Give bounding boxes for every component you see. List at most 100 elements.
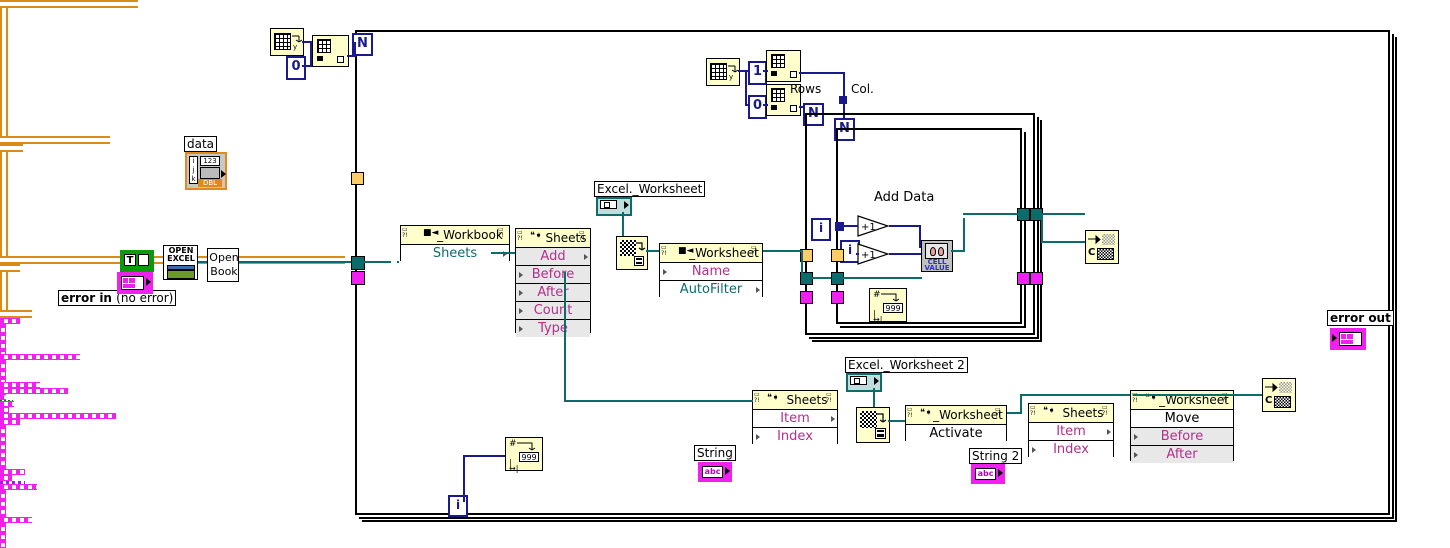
outer-loop-iteration-terminal[interactable]: i [448, 495, 468, 517]
excel-worksheet-2-constant[interactable] [846, 373, 882, 392]
array-tunnel-outer-loop [351, 172, 364, 185]
workbook-sheets-property-node[interactable]: ▭?! ■◄ _Workbook ▭?! Sheets [400, 225, 510, 262]
error-out-terminal[interactable] [1330, 328, 1366, 350]
sheets-item-invoke-node-2[interactable]: ▭?! ❝➧ Sheets ▭?! Item Index [1028, 403, 1114, 458]
sheets-item-1-item-row[interactable]: Item [753, 410, 837, 428]
before-in-arrow [519, 271, 523, 278]
array-wire-data-out [0, 0, 138, 8]
index-in-arrow [756, 433, 760, 440]
refnum-glyph-left: ▭?! [517, 229, 523, 242]
index-array-function-rows[interactable] [766, 50, 801, 82]
index-constant-zero-1[interactable]: 0 [286, 56, 306, 80]
sheets-item-invoke-node-1[interactable]: ▭?! ❝➧ Sheets ▭?! Item Index [752, 390, 838, 445]
variant-to-data-function-2[interactable] [856, 407, 890, 443]
middle-loop-iteration-terminal[interactable]: i [811, 218, 831, 241]
sheets-item-1-index-row[interactable]: Index [753, 428, 837, 445]
workbook-node-header: ▭?! ■◄ _Workbook ▭?! [401, 226, 509, 245]
worksheet-move-method-row[interactable]: Move [1131, 410, 1233, 428]
excel-worksheet-2-constant-label: Excel._Worksheet 2 [845, 357, 968, 373]
rows-label: Rows [790, 82, 822, 96]
refnum-tunnel-inner-loop-out [1017, 208, 1030, 221]
sheets-add-invoke-node[interactable]: ▭?! ❝➧ Sheets ▭?! Add Before After Count [515, 228, 591, 337]
hash-glyph-2: # [509, 439, 517, 449]
excel-worksheet-constant[interactable] [596, 197, 632, 216]
error-in-terminal[interactable] [117, 272, 153, 294]
number-to-decimal-string-outer[interactable]: # 999 |↔| [505, 437, 543, 473]
boolean-true-constant[interactable]: T [120, 250, 154, 272]
item-out-arrow [831, 415, 835, 422]
after-in-arrow [519, 289, 523, 296]
worksheet-autofilter-row[interactable]: AutoFilter [660, 281, 762, 298]
hash-glyph: # [873, 290, 881, 300]
data-array-terminal[interactable]: ijk 123 DBL [185, 152, 227, 190]
worksheet-name-row[interactable]: Name [660, 263, 762, 281]
block-diagram-canvas: N i y 0 data ijk 123 DBL y 1 0 Rows Col.… [0, 0, 1450, 548]
index-constant-zero-2[interactable]: 0 [748, 95, 767, 119]
sheets-item-2-index-row[interactable]: Index [1029, 441, 1113, 458]
increment-function-1[interactable]: +1 [857, 215, 890, 237]
error-tunnel-middle-loop-out [1030, 272, 1043, 285]
worksheet-move-before-row[interactable]: Before [1131, 428, 1233, 446]
variant-to-data-function-1[interactable] [616, 236, 648, 270]
close-reference-node-2[interactable]: C [1262, 378, 1296, 412]
decimal-999-2: 999 [519, 452, 539, 462]
name-in-arrow [663, 268, 667, 275]
array-size-function-2[interactable]: y [706, 58, 740, 86]
count-in-arrow [519, 307, 523, 314]
close-ref-2-c-glyph: C [1265, 395, 1273, 406]
refnum-glyph-right: ▭?! [751, 244, 757, 257]
refnum-glyph-right: ▭?! [1102, 404, 1108, 417]
open-excel-subvi[interactable]: OPEN EXCEL [163, 245, 198, 280]
string-2-abc-glyph: abc [975, 468, 996, 480]
sheets-item-1-header: ▭?! ❝➧ Sheets ▭?! [753, 391, 837, 410]
array-size-function-1[interactable]: y [270, 28, 304, 56]
sheets-item-2-item-row[interactable]: Item [1029, 423, 1113, 441]
index-array-function-1[interactable] [312, 35, 349, 67]
refnum-glyph-left: ▭?! [402, 226, 408, 239]
method-out-arrow [584, 253, 588, 260]
col-label: Col. [851, 82, 874, 96]
data-type-label: DBL [198, 179, 222, 187]
close-reference-node-1[interactable]: C [1085, 230, 1119, 264]
sheets-add-type-row[interactable]: Type [516, 320, 590, 337]
refnum-glyph-right: ▭?! [995, 406, 1001, 419]
worksheet-move-invoke-node[interactable]: ▭?! ❝➧ _Worksheet ▭?! Move Before After [1130, 390, 1234, 463]
excel-worksheet-constant-label: Excel._Worksheet [594, 181, 706, 197]
string-control-label: String [694, 445, 736, 461]
rows-branch-junction [839, 96, 847, 104]
refnum-glyph-left: ▭?! [754, 391, 760, 404]
string-control-terminal[interactable]: abc [698, 462, 732, 482]
open-book-line1: Open [209, 251, 239, 264]
increment-function-2[interactable]: +1 [857, 243, 890, 265]
refnum-glyph-left: ▭?! [661, 244, 667, 257]
string-2-control-terminal[interactable]: abc [971, 464, 1005, 484]
autofilter-out-arrow [756, 286, 760, 293]
array-tunnel-inner-loop [831, 249, 844, 262]
number-to-decimal-string-inner[interactable]: # 999 |↔| [869, 288, 907, 324]
refnum-glyph-left: ▭?! [907, 406, 913, 419]
worksheet-activate-method-row[interactable]: Activate [906, 425, 1006, 442]
close-ref-c-glyph: C [1088, 247, 1096, 258]
decimal-999: 999 [883, 303, 903, 313]
index-constant-one[interactable]: 1 [748, 61, 767, 85]
sheets-add-before-row[interactable]: Before [516, 266, 590, 284]
worksheet-move-after-row[interactable]: After [1131, 446, 1233, 463]
worksheet-name-property-node[interactable]: ▭?! ■◄ _Worksheet ▭?! Name AutoFilter [659, 243, 763, 298]
cell-value-subvi[interactable]: CELL VALUE [921, 240, 953, 272]
sheets-add-count-row[interactable]: Count [516, 302, 590, 320]
open-excel-line2: EXCEL [167, 254, 195, 263]
sheets-add-header: ▭?! ❝➧ Sheets ▭?! [516, 229, 590, 248]
svg-text:y: y [293, 43, 297, 51]
worksheet-name-header: ▭?! ■◄ _Worksheet ▭?! [660, 244, 762, 263]
sheets-add-after-row[interactable]: After [516, 284, 590, 302]
refnum-tunnel-outer-loop [351, 256, 365, 270]
error-tunnel-inner-loop-out [1017, 272, 1030, 285]
move-before-arrow [1134, 433, 1138, 440]
worksheet-activate-invoke-node[interactable]: ▭?! ❝➧ _Worksheet ▭?! Activate [905, 405, 1007, 442]
svg-text:+1: +1 [861, 222, 876, 233]
refnum-glyph-right: ▭?! [579, 229, 585, 242]
cell-value-label-line2: VALUE [924, 264, 950, 272]
sheets-add-method-row[interactable]: Add [516, 248, 590, 266]
open-book-subvi[interactable]: Open Book [207, 248, 239, 282]
add-data-label: Add Data [874, 190, 935, 205]
